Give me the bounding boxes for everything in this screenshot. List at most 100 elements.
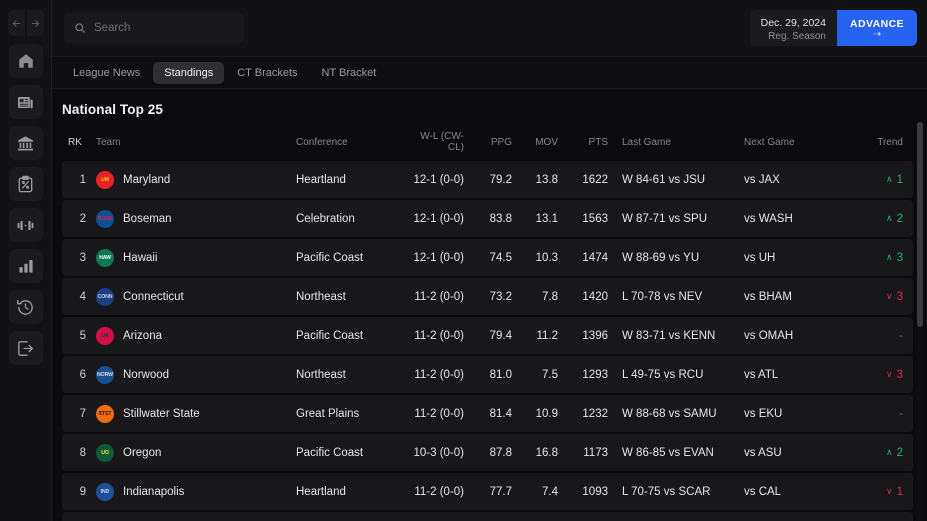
column-header-trend[interactable]: Trend	[854, 129, 913, 159]
column-header-ppg[interactable]: PPG	[478, 129, 524, 159]
cell-trend: ∧1	[854, 161, 913, 198]
team-name[interactable]: Maryland	[123, 174, 170, 186]
cell-pts: 1474	[570, 239, 622, 276]
table-row[interactable]: 7STSTStillwater StateGreat Plains11-2 (0…	[62, 395, 913, 432]
cell-mov: 10.9	[524, 395, 570, 432]
back-button[interactable]	[8, 10, 25, 36]
cell-pts: 1293	[570, 356, 622, 393]
scrollbar-thumb[interactable]	[917, 122, 923, 327]
cell-record: 11-2 (0-0)	[406, 278, 478, 315]
cell-mov: 10.3	[524, 239, 570, 276]
cell-trend: ∨1	[854, 473, 913, 510]
team-name[interactable]: Connecticut	[123, 291, 184, 303]
column-header-pts[interactable]: PTS	[570, 129, 622, 159]
team-name[interactable]: Arizona	[123, 330, 162, 342]
cell-rank: 8	[62, 434, 96, 471]
team-cell-content: BOSEBoseman	[96, 210, 296, 228]
cell-ppg: 79.4	[478, 317, 524, 354]
team-logo-icon: UO	[96, 444, 114, 462]
cell-team: UO Oregon	[96, 434, 296, 471]
cell-conference: Pacific Coast	[296, 239, 406, 276]
trend-value: 1	[897, 174, 903, 186]
table-row[interactable]: 4CONNConnecticutNortheast11-2 (0-0)73.27…	[62, 278, 913, 315]
table-row[interactable]: 10LOULouisvilleAtlantic11-2 (0-0)82.813.…	[62, 512, 913, 521]
cell-mov: 16.8	[524, 434, 570, 471]
team-logo-icon: IND	[96, 483, 114, 501]
team-name[interactable]: Stillwater State	[123, 408, 200, 420]
column-header-next[interactable]: Next Game	[744, 129, 854, 159]
cell-team: LOULouisville	[96, 512, 296, 521]
cell-ppg: 81.0	[478, 356, 524, 393]
sidebar-item-history[interactable]	[9, 290, 43, 324]
cell-last-game: W 88-68 vs SAMU	[622, 395, 744, 432]
column-header-last[interactable]: Last Game	[622, 129, 744, 159]
column-header-conf[interactable]: Conference	[296, 129, 406, 159]
advance-button[interactable]: ADVANCE ⇢	[837, 10, 917, 46]
table-row[interactable]: 3HAWHawaiiPacific Coast12-1 (0-0)74.510.…	[62, 239, 913, 276]
cell-trend: ∧6	[854, 512, 913, 521]
sidebar-item-roster[interactable]	[9, 167, 43, 201]
table-row[interactable]: 6NORWNorwoodNortheast11-2 (0-0)81.07.512…	[62, 356, 913, 393]
column-header-mov[interactable]: MOV	[524, 129, 570, 159]
cell-ppg: 81.4	[478, 395, 524, 432]
sidebar-item-stats[interactable]	[9, 249, 43, 283]
table-row[interactable]: 9INDIndianapolisHeartland11-2 (0-0)77.77…	[62, 473, 913, 510]
cell-next-game: vs JAX	[744, 161, 854, 198]
column-header-wl[interactable]: W-L (CW-CL)	[406, 129, 478, 159]
team-cell-content: IND Indianapolis	[96, 483, 296, 501]
cell-record: 12-1 (0-0)	[406, 161, 478, 198]
team-cell-content: UM Maryland	[96, 171, 296, 189]
sidebar-item-league[interactable]	[9, 126, 43, 160]
table-row[interactable]: 2BOSEBosemanCelebration12-1 (0-0)83.813.…	[62, 200, 913, 237]
main-panel: Search Dec. 29, 2024 Reg. Season ADVANCE…	[52, 0, 927, 521]
tab-nt-bracket[interactable]: NT Bracket	[311, 62, 388, 84]
team-name[interactable]: Hawaii	[123, 252, 158, 264]
search-input[interactable]: Search	[64, 13, 244, 43]
trend-indicator: ∨3	[886, 369, 903, 381]
table-row[interactable]: 1UMMarylandHeartland12-1 (0-0)79.213.816…	[62, 161, 913, 198]
sidebar-item-home[interactable]	[9, 44, 43, 78]
cell-pts: 1420	[570, 278, 622, 315]
team-name[interactable]: Norwood	[123, 369, 169, 381]
tab-bar: League NewsStandingsCT BracketsNT Bracke…	[52, 57, 927, 89]
tab-ct-brackets[interactable]: CT Brackets	[226, 62, 308, 84]
cell-last-game: W 84-61 vs JSU	[622, 161, 744, 198]
forward-button[interactable]	[27, 10, 44, 36]
vertical-scrollbar[interactable]	[917, 122, 923, 521]
chevron-down-icon: ∨	[886, 487, 893, 496]
tab-league-news[interactable]: League News	[62, 62, 151, 84]
cell-last-game: L 49-75 vs RCU	[622, 356, 744, 393]
arrow-right-icon	[30, 18, 41, 29]
cell-conference: Pacific Coast	[296, 317, 406, 354]
cell-next-game: vs ASU	[744, 434, 854, 471]
app-root: Search Dec. 29, 2024 Reg. Season ADVANCE…	[0, 0, 927, 521]
cell-mov: 13.8	[524, 161, 570, 198]
table-row[interactable]: 5UAArizonaPacific Coast11-2 (0-0)79.411.…	[62, 317, 913, 354]
table-row[interactable]: 8UOOregonPacific Coast10-3 (0-0)87.816.8…	[62, 434, 913, 471]
cell-conference: Heartland	[296, 473, 406, 510]
team-cell-content: NORWNorwood	[96, 366, 296, 384]
cell-rank: 4	[62, 278, 96, 315]
tab-standings[interactable]: Standings	[153, 62, 224, 84]
trend-indicator: ∨1	[886, 486, 903, 498]
team-cell-content: UAArizona	[96, 327, 296, 345]
cell-pts: 1396	[570, 317, 622, 354]
trend-value: -	[899, 330, 903, 342]
trend-value: 3	[897, 252, 903, 264]
cell-ppg: 74.5	[478, 239, 524, 276]
column-header-rk[interactable]: RK	[62, 129, 96, 159]
team-cell-content: STSTStillwater State	[96, 405, 296, 423]
cell-rank: 5	[62, 317, 96, 354]
cell-ppg: 87.8	[478, 434, 524, 471]
sidebar-item-matchup[interactable]	[9, 208, 43, 242]
cell-team: BOSEBoseman	[96, 200, 296, 237]
sidebar-item-exit[interactable]	[9, 331, 43, 365]
team-name[interactable]: Oregon	[123, 447, 161, 459]
team-name[interactable]: Boseman	[123, 213, 172, 225]
trend-indicator: ∨3	[886, 291, 903, 303]
column-header-team[interactable]: Team	[96, 129, 296, 159]
team-logo-icon: UM	[96, 171, 114, 189]
sidebar-item-news[interactable]	[9, 85, 43, 119]
cell-pts: 1173	[570, 434, 622, 471]
team-name[interactable]: Indianapolis	[123, 486, 184, 498]
